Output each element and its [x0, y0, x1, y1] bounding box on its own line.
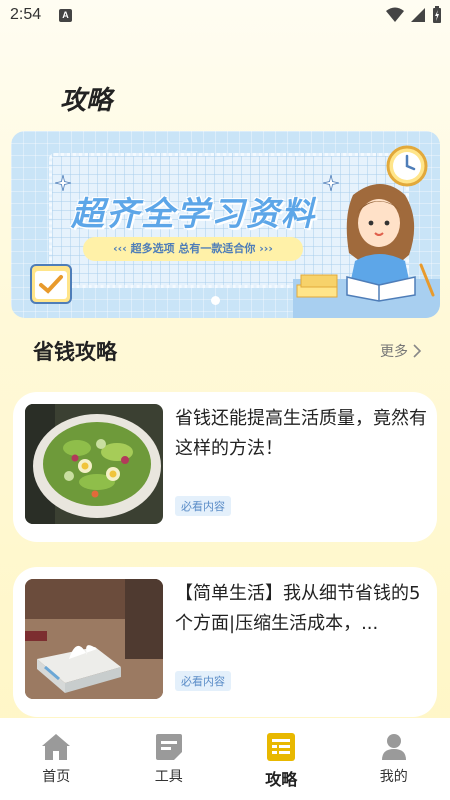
bottom-nav: 首页 工具 攻略 我的 — [0, 718, 450, 800]
nav-label-guide: 攻略 — [265, 770, 298, 789]
page-title: 攻略 — [60, 86, 113, 116]
chevron-right-icon — [413, 344, 422, 358]
article-card[interactable]: 省钱还能提高生活质量，竟然有这样的方法！ 必看内容 — [13, 392, 437, 542]
article-tag: 必看内容 — [175, 496, 231, 516]
notification-a-icon: A — [59, 9, 72, 22]
nav-item-profile[interactable]: 我的 — [338, 718, 450, 800]
article-thumbnail-tissue — [25, 579, 163, 699]
signal-icon — [411, 8, 425, 22]
article-thumbnail-salad — [25, 404, 163, 524]
carousel-indicator-dot[interactable] — [211, 296, 220, 305]
nav-item-tools[interactable]: 工具 — [113, 718, 226, 800]
calendar-check-icon — [30, 264, 72, 304]
wifi-icon — [386, 7, 404, 22]
article-title: 【简单生活】我从细节省钱的5个方面|压缩生活成本，... — [175, 583, 421, 634]
article-title: 省钱还能提高生活质量，竟然有这样的方法！ — [175, 408, 427, 459]
battery-icon — [433, 6, 441, 23]
guide-icon — [267, 733, 296, 761]
profile-icon — [381, 734, 406, 760]
pill-right-arrows: ››› — [259, 242, 273, 255]
nav-label-tools: 工具 — [154, 769, 183, 785]
promo-banner[interactable]: 超齐全学习资料 ‹‹‹ 超多选项 总有一款适合你 ››› — [11, 131, 440, 318]
more-link[interactable]: 更多 — [380, 341, 422, 361]
nav-label-home: 首页 — [42, 769, 71, 785]
section-title: 省钱攻略 — [33, 340, 117, 364]
student-illustration — [293, 184, 440, 318]
status-bar: 2:54 A — [0, 0, 450, 32]
banner-title: 超齐全学习资料 — [71, 194, 316, 233]
article-tag: 必看内容 — [175, 671, 231, 691]
banner-subtitle-pill: ‹‹‹ 超多选项 总有一款适合你 ››› — [83, 237, 303, 261]
nav-item-guide[interactable]: 攻略 — [225, 718, 338, 800]
nav-item-home[interactable]: 首页 — [0, 718, 113, 800]
sparkle-icon — [55, 175, 71, 191]
nav-label-profile: 我的 — [379, 769, 408, 785]
status-time: 2:54 — [10, 6, 42, 23]
banner-subtitle: 超多选项 总有一款适合你 — [130, 242, 256, 255]
pill-left-arrows: ‹‹‹ — [113, 242, 127, 255]
status-icons — [386, 6, 442, 24]
article-card[interactable]: 【简单生活】我从细节省钱的5个方面|压缩生活成本，... 必看内容 — [13, 567, 437, 717]
more-label: 更多 — [380, 344, 408, 360]
tools-icon — [155, 734, 182, 760]
home-icon — [42, 734, 71, 760]
